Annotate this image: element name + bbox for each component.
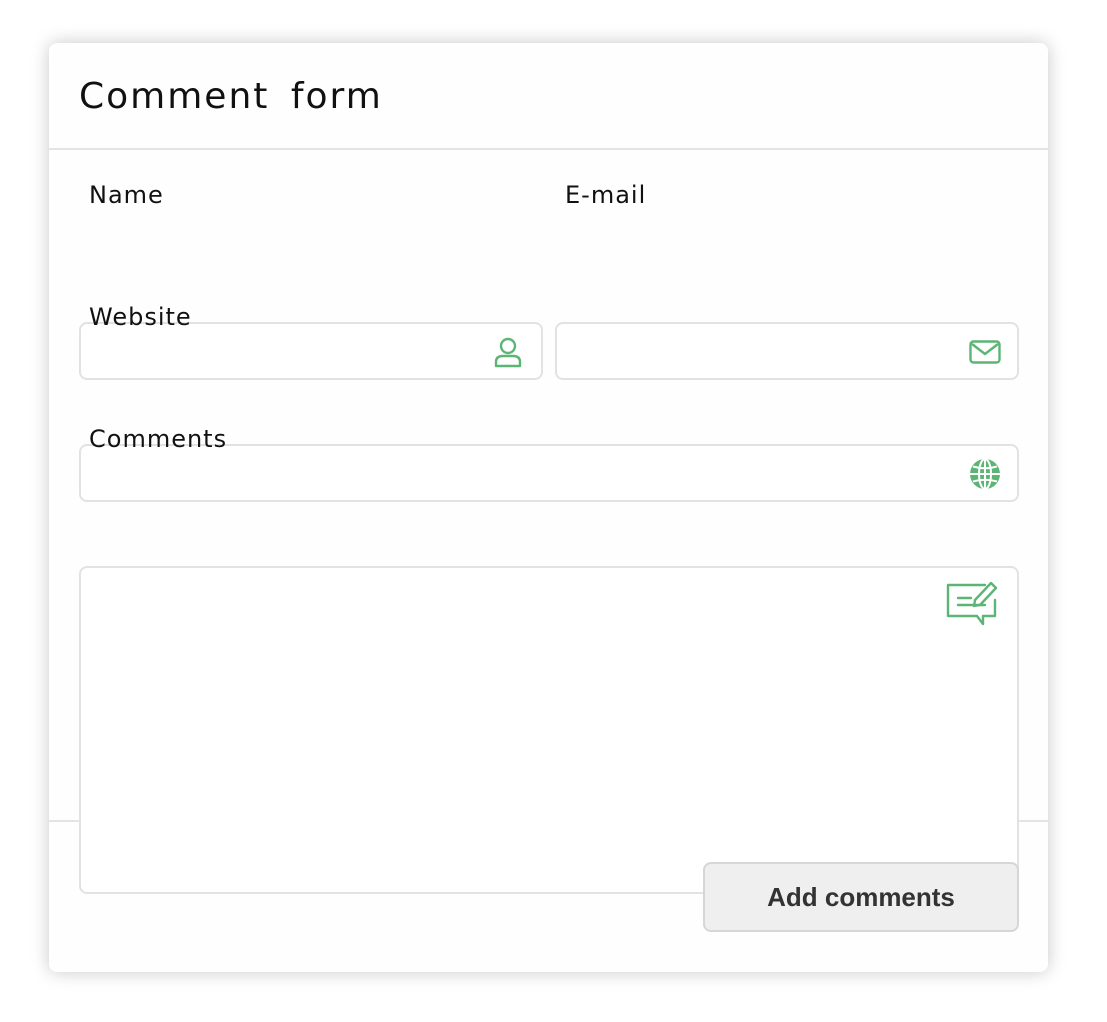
comment-form-card: Comment form Name E-mail Website Comment… (49, 43, 1048, 972)
add-comments-button[interactable]: Add comments (703, 862, 1019, 932)
email-label: E-mail (565, 181, 647, 209)
website-input[interactable] (81, 446, 1017, 500)
form-header: Comment form (49, 43, 1048, 150)
form-body: Name E-mail Website Comments (49, 150, 1048, 894)
form-footer: Add comments (49, 822, 1048, 972)
website-label: Website (89, 303, 192, 331)
globe-icon (970, 458, 1000, 490)
email-input[interactable] (557, 324, 1017, 378)
form-title: Comment form (79, 76, 383, 117)
name-input[interactable] (81, 324, 541, 378)
comments-label: Comments (89, 425, 228, 453)
envelope-icon (969, 340, 1001, 364)
name-label: Name (89, 181, 164, 209)
user-icon (494, 337, 522, 368)
email-field-wrapper (555, 322, 1019, 380)
comment-edit-icon (946, 581, 998, 626)
